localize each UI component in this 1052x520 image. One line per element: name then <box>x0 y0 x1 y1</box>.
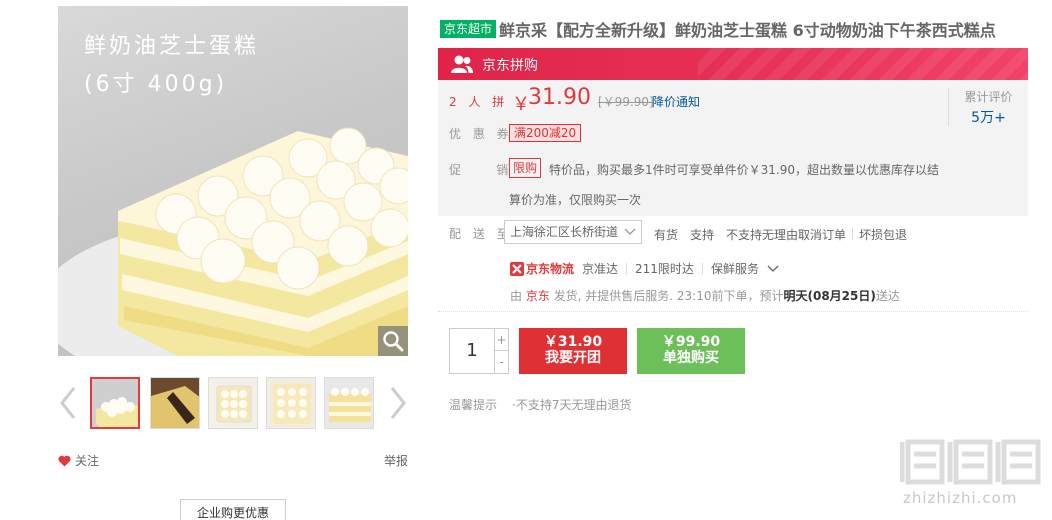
single-buy-button[interactable]: ￥99.90 单独购买 <box>637 328 745 374</box>
review-label: 累计评价 <box>964 90 1013 104</box>
original-price: [￥99.90] <box>598 95 654 109</box>
quantity-increase-button[interactable]: + <box>494 329 508 351</box>
group-users-icon <box>451 55 473 73</box>
business-purchase-button[interactable]: 企业购更优惠 <box>180 499 286 520</box>
promotion-tag: 限购 <box>509 158 542 178</box>
site-watermark-logo <box>900 439 1041 485</box>
chevron-right-icon[interactable] <box>388 385 408 421</box>
promotion-text-line2: 算价为准，仅限购买一次 <box>509 193 642 207</box>
price-summary-panel: 2 人 拼 ￥ 31.90 [￥99.90] 降价通知 累计评价 5万+ 优 惠… <box>438 80 1028 216</box>
image-caption-size: (6寸 400g) <box>84 72 228 97</box>
main-product-image[interactable]: 鲜奶油芝士蛋糕 (6寸 400g) <box>58 6 408 356</box>
address-selector[interactable]: 上海徐汇区长桥街道 <box>504 220 642 244</box>
product-title: 京东超市 鲜京采【配方全新升级】鲜奶油芝士蛋糕 6寸动物奶油下午茶西式糕点 <box>440 17 996 41</box>
thumbnail-2[interactable] <box>150 377 200 429</box>
cancel-policy: 不支持无理由取消订单 <box>726 228 847 242</box>
tips-item: ·不支持7天无理由退货 <box>512 398 632 412</box>
coupon-badge[interactable]: 满200减20 <box>509 124 582 142</box>
address-value: 上海徐汇区长桥街道 <box>510 225 619 239</box>
shipping-support: 支持 <box>690 228 715 242</box>
logistics-row: 京东物流 京准达 211限时达 保鲜服务 <box>510 260 779 277</box>
damage-return-policy[interactable]: 坏损包退 <box>853 226 913 243</box>
tips-label: 温馨提示 <box>449 398 498 412</box>
store-tag[interactable]: 京东超市 <box>440 20 497 38</box>
jd-logistics-brand[interactable]: 京东物流 <box>510 260 574 277</box>
chevron-down-icon[interactable] <box>767 265 779 273</box>
zoom-button[interactable] <box>378 326 408 356</box>
group-buy-label: 我要开团 <box>545 350 601 366</box>
review-count[interactable]: 5万+ <box>949 107 1028 127</box>
thumbnail-4[interactable] <box>266 377 316 429</box>
deliver-suffix: 送达 <box>875 289 900 303</box>
logistics-service-3[interactable]: 保鲜服务 <box>703 260 767 277</box>
deliver-prefix: 由 <box>510 289 526 303</box>
thumbnail-5[interactable] <box>324 377 374 429</box>
coupon-label: 优 惠 券 <box>449 127 513 141</box>
heart-icon <box>58 455 71 466</box>
group-buy-label: 京东拼购 <box>482 58 538 74</box>
deliver-middle: 发货, 并提供售后服务. 23:10前下单，预计 <box>549 289 784 303</box>
stock-status: 有货 <box>654 228 679 242</box>
thumbnail-3[interactable] <box>208 377 258 429</box>
review-summary[interactable]: 累计评价 5万+ <box>948 88 1028 126</box>
promotion-label: 促 销 <box>449 163 513 177</box>
group-buy-price: ￥31.90 <box>543 334 603 350</box>
logistics-service-2[interactable]: 211限时达 <box>627 260 702 277</box>
promotion-text-line1: 特价品，购买最多1件时可享受单件价￥31.90，超出数量以优惠库存以结 <box>549 163 939 177</box>
quantity-decrease-button[interactable]: - <box>494 351 508 373</box>
image-caption-name: 鲜奶油芝士蛋糕 <box>84 34 260 59</box>
thumbnail-1[interactable] <box>90 377 140 429</box>
logistics-x-icon <box>510 261 524 276</box>
section-divider <box>438 311 1028 312</box>
magnifier-icon <box>383 331 404 352</box>
shipping-features: 有货 支持 不支持无理由取消订单 坏损包退 <box>648 226 913 243</box>
single-buy-price: ￥99.90 <box>661 334 721 350</box>
chevron-left-icon[interactable] <box>58 385 78 421</box>
single-buy-label: 单独购买 <box>663 350 719 366</box>
deliver-date: 明天(08月25日) <box>783 289 876 303</box>
price-notify-link[interactable]: 降价通知 <box>652 93 700 110</box>
follow-label: 关注 <box>75 454 100 468</box>
logistics-service-1[interactable]: 京准达 <box>574 260 626 277</box>
delivery-estimate: 由 京东 发货, 并提供售后服务. 23:10前下单，预计明天(08月25日)送… <box>510 287 900 304</box>
start-group-buy-button[interactable]: ￥31.90 我要开团 <box>519 328 627 374</box>
chevron-down-icon <box>624 228 636 235</box>
follow-button[interactable]: 关注 <box>58 452 99 469</box>
quantity-stepper: 1 + - <box>449 328 509 374</box>
product-name: 鲜京采【配方全新升级】鲜奶油芝士蛋糕 6寸动物奶油下午茶西式糕点 <box>499 21 996 40</box>
report-link[interactable]: 举报 <box>384 452 408 469</box>
watermark-url: zhizhizhi.com <box>903 489 1018 507</box>
deliver-seller[interactable]: 京东 <box>526 289 550 303</box>
group-size-label: 2 人 拼 <box>449 95 509 109</box>
group-buy-banner: 京东拼购 <box>438 48 1028 80</box>
quantity-input[interactable]: 1 <box>450 329 494 373</box>
logistics-brand-label: 京东物流 <box>526 262 575 276</box>
group-price: 31.90 <box>528 85 591 110</box>
